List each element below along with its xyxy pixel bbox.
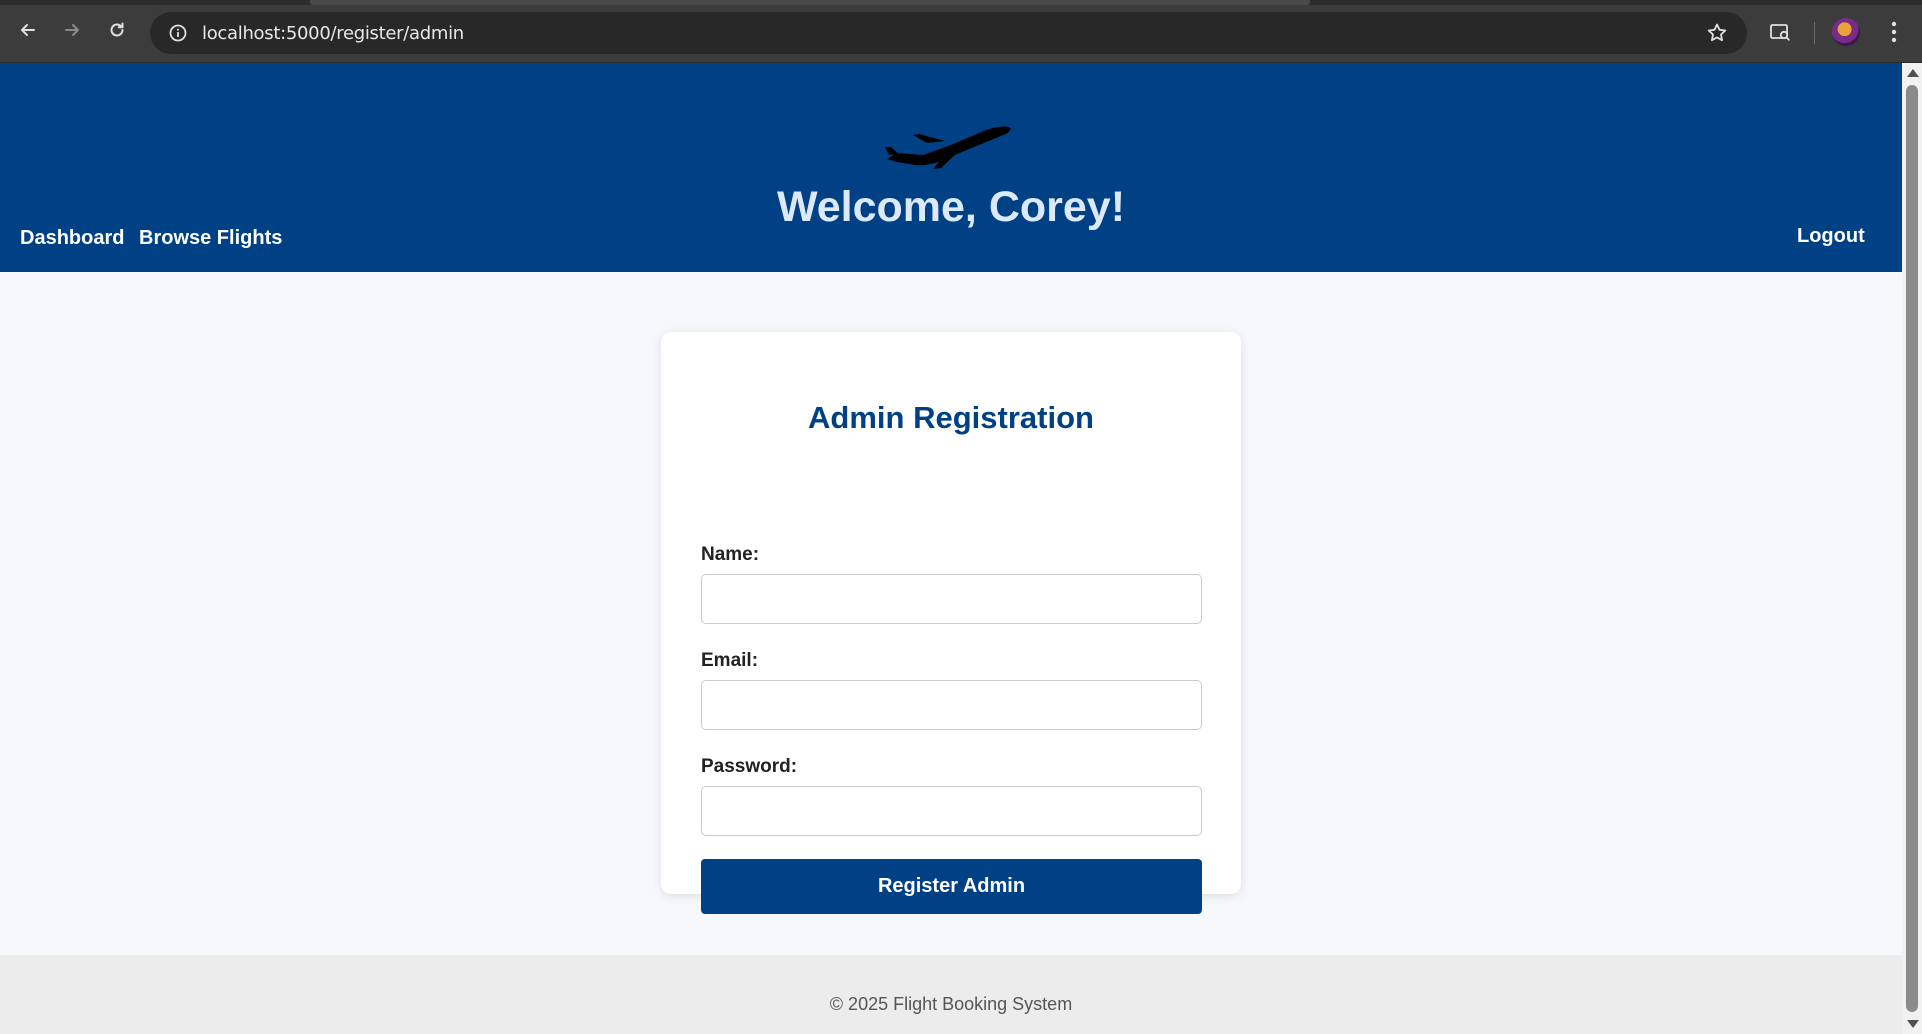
nav-browse-flights-link[interactable]: Browse Flights (139, 227, 282, 250)
active-tab[interactable] (310, 0, 1310, 5)
back-button[interactable] (12, 14, 44, 46)
nav-dashboard-link[interactable]: Dashboard (20, 227, 124, 250)
url-text[interactable]: localhost:5000/register/admin (202, 23, 464, 44)
airplane-icon (885, 126, 1011, 169)
register-admin-button[interactable]: Register Admin (701, 859, 1202, 914)
profile-avatar[interactable] (1832, 18, 1860, 46)
tab-strip (0, 0, 1922, 5)
page-scrollbar[interactable] (1902, 63, 1922, 1034)
password-label: Password: (701, 756, 798, 777)
bookmark-star-icon[interactable] (1705, 21, 1729, 45)
email-label: Email: (701, 650, 759, 671)
name-label: Name: (701, 544, 760, 565)
reading-mode-icon[interactable] (1766, 18, 1794, 46)
forward-arrow-icon (65, 24, 79, 36)
logout-link[interactable]: Logout (1797, 225, 1865, 248)
site-footer: © 2025 Flight Booking System (0, 955, 1902, 1034)
scroll-down-arrow-icon[interactable] (1907, 1020, 1919, 1028)
site-info-icon[interactable] (158, 13, 198, 53)
forward-button[interactable] (56, 14, 88, 46)
password-input[interactable] (701, 786, 1202, 836)
menu-kebab-icon[interactable] (1880, 18, 1908, 46)
footer-copyright: © 2025 Flight Booking System (829, 994, 1073, 1014)
name-input[interactable] (701, 574, 1202, 624)
toolbar-divider (1814, 22, 1815, 44)
address-bar[interactable]: localhost:5000/register/admin (150, 12, 1747, 54)
scroll-thumb[interactable] (1906, 85, 1918, 1012)
scroll-up-arrow-icon[interactable] (1907, 69, 1919, 77)
browser-toolbar: localhost:5000/register/admin (0, 0, 1922, 63)
site-header: Welcome, Corey! Dashboard Browse Flights… (0, 63, 1902, 272)
reload-icon (110, 22, 124, 37)
admin-registration-form: Admin Registration Name: Email: Password… (661, 332, 1241, 914)
welcome-heading: Welcome, Corey! (776, 183, 1126, 231)
reload-button[interactable] (101, 14, 133, 46)
back-arrow-icon (21, 24, 35, 36)
main-content: Admin Registration Name: Email: Password… (0, 272, 1902, 955)
email-input[interactable] (701, 680, 1202, 730)
form-title: Admin Registration (808, 400, 1094, 435)
